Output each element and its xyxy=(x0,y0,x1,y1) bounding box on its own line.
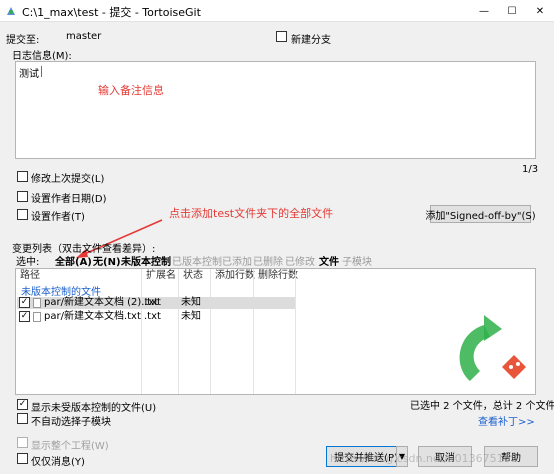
column-header-lines-deleted[interactable]: 删除行数 xyxy=(254,269,298,285)
view-patch-link[interactable]: 查看补丁>> xyxy=(478,413,535,428)
column-divider xyxy=(295,269,296,394)
message-only-label: 仅仅消息(Y) xyxy=(31,457,85,468)
annotation-enter-message: 输入备注信息 xyxy=(98,84,164,97)
column-header-lines-added[interactable]: 添加行数 xyxy=(211,269,255,285)
file-checkbox[interactable]: ✓ xyxy=(19,297,30,308)
log-message-label: 日志信息(M): xyxy=(12,51,72,62)
show-unversioned-label: 显示未受版本控制的文件(U) xyxy=(31,403,157,414)
window-title: C:\1_max\test - 提交 - TortoiseGit xyxy=(22,6,201,19)
minimize-icon: — xyxy=(479,5,489,17)
show-unversioned-checkbox[interactable]: ✓ xyxy=(17,399,28,410)
column-divider xyxy=(210,269,211,394)
column-divider xyxy=(178,269,179,394)
new-branch-label: 新建分支 xyxy=(291,35,331,46)
add-signed-off-by-button[interactable]: 添加"Signed-off-by"(S) xyxy=(425,205,536,223)
filter-modified[interactable]: 已修改 xyxy=(285,253,315,268)
set-author-date-label: 设置作者日期(D) xyxy=(31,194,107,205)
maximize-icon: ☐ xyxy=(507,5,517,17)
close-icon: ✕ xyxy=(535,5,545,17)
column-divider xyxy=(141,269,142,394)
set-author-checkbox[interactable] xyxy=(17,209,28,220)
filter-all[interactable]: 全部(A) xyxy=(55,253,92,268)
selection-summary: 已选中 2 个文件，总计 2 个文件 xyxy=(410,401,554,412)
table-row[interactable]: ✓ par/新建文本文档 (2).txt .txt 未知 xyxy=(17,297,295,309)
file-extension: .txt xyxy=(144,311,161,322)
new-branch-checkbox[interactable] xyxy=(276,31,287,42)
file-status: 未知 xyxy=(181,311,201,322)
file-extension: .txt xyxy=(144,297,161,308)
show-whole-project-checkbox[interactable] xyxy=(17,437,28,448)
file-path: par/新建文本文档.txt xyxy=(44,311,141,322)
table-row[interactable]: ✓ par/新建文本文档.txt .txt 未知 xyxy=(17,311,295,323)
line-counter: 1/3 xyxy=(522,164,539,175)
amend-checkbox[interactable] xyxy=(17,171,28,182)
filter-deleted[interactable]: 已删除 xyxy=(253,253,283,268)
set-author-date-checkbox[interactable] xyxy=(17,191,28,202)
tortoisegit-app-icon xyxy=(5,5,17,17)
commit-to-label: 提交至: xyxy=(6,35,40,46)
filter-unversioned[interactable]: 未版本控制 xyxy=(121,253,171,268)
title-bar: C:\1_max\test - 提交 - TortoiseGit — ☐ ✕ xyxy=(0,0,554,22)
filter-files[interactable]: 文件 xyxy=(319,253,339,268)
tortoisegit-logo-icon xyxy=(459,315,526,381)
select-label: 选中: xyxy=(16,257,40,268)
column-header-extension[interactable]: 扩展名 xyxy=(142,269,176,285)
file-status: 未知 xyxy=(181,297,201,308)
show-whole-project-label: 显示整个工程(W) xyxy=(31,441,109,452)
amend-label: 修改上次提交(L) xyxy=(31,174,105,185)
close-button[interactable]: ✕ xyxy=(526,0,554,22)
watermark: https://blog.csdn.net/u013675169 xyxy=(330,452,518,465)
annotation-add-files: 点击添加test文件夹下的全部文件 xyxy=(169,207,334,220)
filter-versioned[interactable]: 已版本控制 xyxy=(172,253,222,268)
no-autoselect-submodules-checkbox[interactable] xyxy=(17,413,28,424)
branch-name: master xyxy=(66,31,102,42)
minimize-button[interactable]: — xyxy=(470,0,498,22)
text-cursor xyxy=(41,66,42,77)
group-header-unversioned: 未版本控制的文件 xyxy=(21,287,101,298)
filter-submodules[interactable]: 子模块 xyxy=(342,253,372,268)
file-icon xyxy=(33,312,41,322)
column-divider xyxy=(253,269,254,394)
maximize-button[interactable]: ☐ xyxy=(498,0,526,22)
filter-added[interactable]: 已添加 xyxy=(222,253,252,268)
add-signed-off-by-label: 添加"Signed-off-by"(S) xyxy=(425,210,536,222)
file-path: par/新建文本文档 (2).txt xyxy=(44,297,159,308)
no-autoselect-submodules-label: 不自动选择子模块 xyxy=(31,417,111,428)
file-list[interactable]: 路径 扩展名 状态 添加行数 删除行数 未版本控制的文件 ✓ par/新建文本文… xyxy=(15,268,536,395)
log-message-text: 测试 xyxy=(19,69,39,80)
filter-none[interactable]: 无(N) xyxy=(93,253,121,268)
message-only-checkbox[interactable] xyxy=(17,453,28,464)
log-message-input[interactable]: 测试 xyxy=(15,61,536,159)
column-header-status[interactable]: 状态 xyxy=(179,269,203,285)
file-checkbox[interactable]: ✓ xyxy=(19,311,30,322)
file-icon xyxy=(33,298,41,308)
